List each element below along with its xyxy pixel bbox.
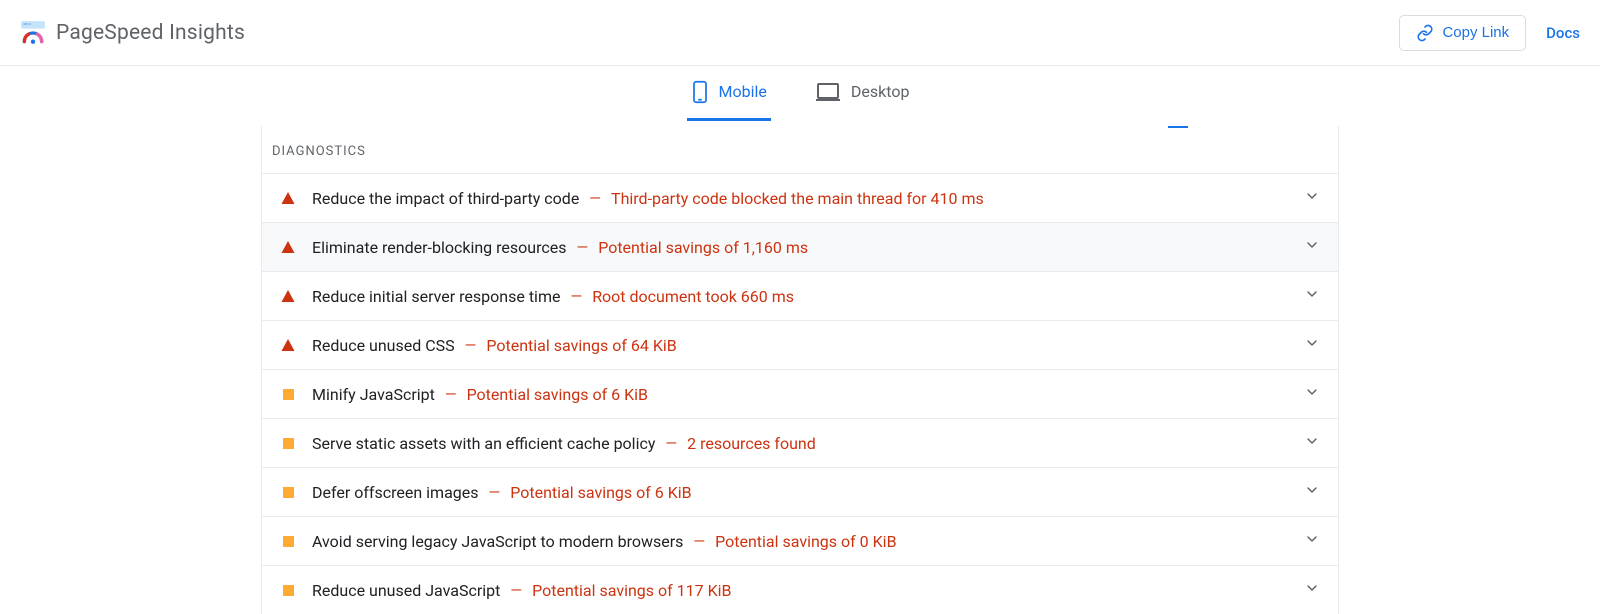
- tab-mobile-label: Mobile: [719, 82, 767, 101]
- separator-dash: —: [570, 287, 582, 305]
- diagnostic-row[interactable]: Eliminate render-blocking resources — Pote…: [262, 222, 1338, 271]
- separator-dash: —: [489, 483, 501, 501]
- diagnostic-detail: 2 resources found: [687, 434, 816, 453]
- diagnostic-detail: Potential savings of 1,160 ms: [598, 238, 808, 257]
- diagnostic-label: Reduce unused CSS: [312, 336, 455, 355]
- diagnostic-detail: Potential savings of 64 KiB: [486, 336, 676, 355]
- diagnostic-row[interactable]: Avoid serving legacy JavaScript to moder…: [262, 516, 1338, 565]
- diagnostic-row[interactable]: Reduce the impact of third-party code — Th…: [262, 173, 1338, 222]
- diagnostic-detail: Third-party code blocked the main thread…: [611, 189, 984, 208]
- diagnostic-row[interactable]: Minify JavaScript — Potential savings of 6…: [262, 369, 1338, 418]
- separator-dash: —: [589, 189, 601, 207]
- pagespeed-logo-icon: [20, 20, 46, 46]
- copy-link-button[interactable]: Copy Link: [1399, 15, 1526, 51]
- triangle-fail-icon: [280, 337, 296, 353]
- diagnostic-detail: Potential savings of 6 KiB: [467, 385, 648, 404]
- separator-dash: —: [693, 532, 705, 550]
- square-warn-icon: [280, 582, 296, 598]
- diagnostic-row[interactable]: Serve static assets with an efficient ca…: [262, 418, 1338, 467]
- square-warn-icon: [280, 533, 296, 549]
- brand[interactable]: PageSpeed Insights: [20, 20, 245, 46]
- triangle-fail-icon: [280, 190, 296, 206]
- diagnostic-row[interactable]: Reduce unused CSS — Potential savings of 6…: [262, 320, 1338, 369]
- diagnostic-label: Reduce initial server response time: [312, 287, 560, 306]
- diagnostic-detail: Potential savings of 0 KiB: [715, 532, 896, 551]
- triangle-fail-icon: [280, 239, 296, 255]
- section-heading-diagnostics: DIAGNOSTICS: [262, 128, 1338, 173]
- chevron-down-icon: [1304, 237, 1320, 257]
- diagnostic-label: Defer offscreen images: [312, 483, 479, 502]
- triangle-fail-icon: [280, 288, 296, 304]
- tab-desktop-label: Desktop: [851, 82, 910, 101]
- copy-link-label: Copy Link: [1442, 24, 1509, 41]
- diagnostic-row[interactable]: Defer offscreen images — Potential savings…: [262, 467, 1338, 516]
- separator-dash: —: [465, 336, 477, 354]
- separator-dash: —: [576, 238, 588, 256]
- separator-dash: —: [665, 434, 677, 452]
- chevron-down-icon: [1304, 482, 1320, 502]
- docs-link[interactable]: Docs: [1546, 24, 1580, 42]
- desktop-icon: [815, 82, 841, 102]
- diagnostic-detail: Potential savings of 6 KiB: [510, 483, 691, 502]
- chevron-down-icon: [1304, 531, 1320, 551]
- diagnostic-label: Reduce the impact of third-party code: [312, 189, 579, 208]
- diagnostics-list: Reduce the impact of third-party code — Th…: [262, 173, 1338, 614]
- square-warn-icon: [280, 435, 296, 451]
- separator-dash: —: [510, 581, 522, 599]
- diagnostic-row[interactable]: Reduce initial server response time — Root…: [262, 271, 1338, 320]
- diagnostic-label: Minify JavaScript: [312, 385, 435, 404]
- square-warn-icon: [280, 484, 296, 500]
- square-warn-icon: [280, 386, 296, 402]
- tab-mobile[interactable]: Mobile: [687, 66, 771, 121]
- app-header: PageSpeed Insights Copy Link Docs: [0, 0, 1600, 66]
- device-tabs: Mobile Desktop: [0, 66, 1600, 120]
- chevron-down-icon: [1304, 384, 1320, 404]
- chevron-down-icon: [1304, 335, 1320, 355]
- separator-dash: —: [445, 385, 457, 403]
- chevron-down-icon: [1304, 188, 1320, 208]
- report-content: DIAGNOSTICS Reduce the impact of third-p…: [261, 126, 1339, 614]
- diagnostic-detail: Potential savings of 117 KiB: [532, 581, 731, 600]
- diagnostic-label: Avoid serving legacy JavaScript to moder…: [312, 532, 683, 551]
- header-actions: Copy Link Docs: [1399, 15, 1580, 51]
- mobile-icon: [691, 80, 709, 104]
- diagnostic-row[interactable]: Reduce unused JavaScript — Potential savin…: [262, 565, 1338, 614]
- chevron-down-icon: [1304, 580, 1320, 600]
- diagnostic-label: Eliminate render-blocking resources: [312, 238, 566, 257]
- diagnostic-label: Serve static assets with an efficient ca…: [312, 434, 655, 453]
- app-title: PageSpeed Insights: [56, 21, 245, 45]
- chevron-down-icon: [1304, 286, 1320, 306]
- diagnostic-detail: Root document took 660 ms: [592, 287, 794, 306]
- chevron-down-icon: [1304, 433, 1320, 453]
- diagnostic-label: Reduce unused JavaScript: [312, 581, 500, 600]
- link-icon: [1416, 24, 1434, 42]
- tab-desktop[interactable]: Desktop: [811, 68, 914, 119]
